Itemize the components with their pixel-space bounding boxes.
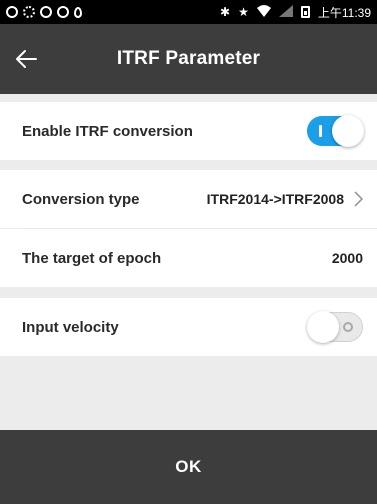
toggle-off-mark-icon (343, 322, 353, 332)
status-time: 上午11:39 (317, 5, 371, 20)
conversion-type-row[interactable]: Conversion type ITRF2014->ITRF2008 (0, 170, 377, 228)
toggle-knob (332, 115, 364, 147)
status-bar: ✱ ★ 上午11:39 (0, 0, 377, 24)
status-right-icons: ✱ ★ 上午11:39 (220, 4, 371, 21)
sync-icon (57, 6, 69, 18)
chevron-right-icon (354, 191, 363, 207)
target-epoch-row[interactable]: The target of epoch 2000 (0, 229, 377, 287)
circle-sync-icon (6, 6, 18, 18)
input-velocity-row: Input velocity (0, 298, 377, 356)
toggle-on-mark-icon (319, 125, 322, 137)
ok-button[interactable]: OK (0, 430, 377, 504)
conversion-type-label: Conversion type (22, 190, 140, 208)
input-velocity-toggle[interactable] (307, 311, 363, 343)
toggle-knob (307, 311, 339, 343)
enable-itrf-row: Enable ITRF conversion (0, 102, 377, 160)
enable-itrf-toggle[interactable] (307, 115, 364, 147)
status-left-icons (6, 6, 82, 18)
input-velocity-label: Input velocity (22, 318, 119, 336)
conversion-type-value: ITRF2014->ITRF2008 (206, 191, 344, 207)
location-pin-icon (74, 6, 82, 18)
signal-icon (278, 5, 293, 19)
gear-icon (23, 6, 35, 18)
target-epoch-value: 2000 (331, 250, 363, 266)
bluetooth-icon: ✱ (220, 5, 231, 19)
app-header: ITRF Parameter (0, 24, 377, 94)
back-button[interactable] (8, 41, 44, 77)
wifi-icon (256, 5, 271, 19)
battery-icon (300, 6, 310, 18)
arrow-left-icon (16, 50, 37, 68)
sync-icon (40, 6, 52, 18)
target-epoch-label: The target of epoch (22, 249, 162, 267)
enable-itrf-label: Enable ITRF conversion (22, 122, 193, 140)
star-icon: ★ (238, 5, 249, 19)
page-title: ITRF Parameter (116, 48, 261, 69)
